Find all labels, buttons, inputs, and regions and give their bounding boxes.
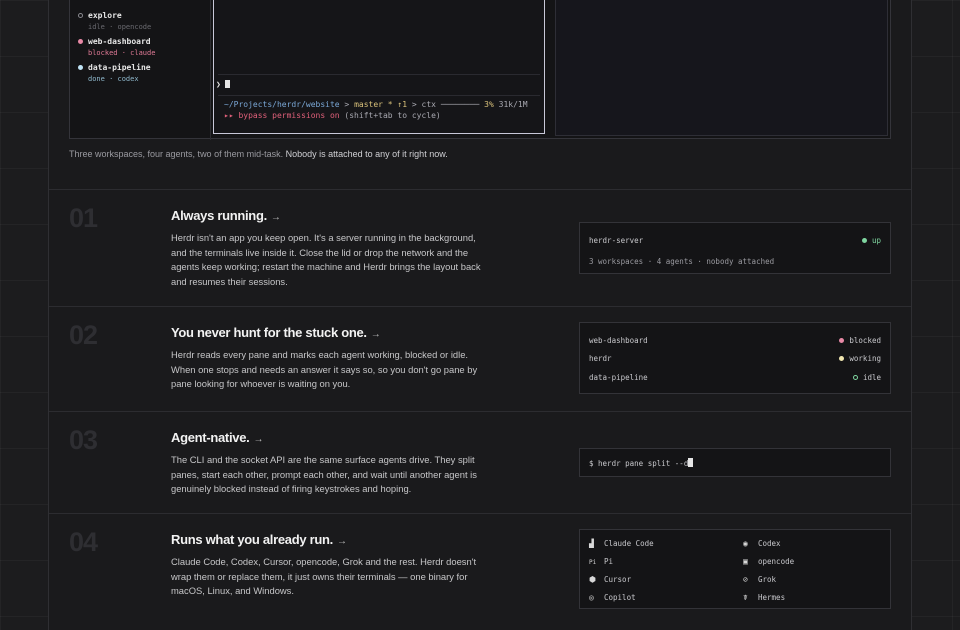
feature-title-text: You never hunt for the stuck one. [171,325,367,340]
status-dot [78,65,83,70]
status-dot [78,39,83,44]
feature-body: Herdr isn't an app you keep open. It's a… [171,232,481,287]
feature-number: 03 [69,425,98,455]
bypass-line: ▸▸ bypass permissions on (shift+tab to c… [224,111,441,120]
feature-number: 04 [69,527,98,557]
feature-title-text: Always running. [171,208,267,223]
git-branch: master * ↑1 [354,100,408,109]
workspace-status: blocked · claude [88,49,156,57]
separator: > [344,100,350,109]
section-divider [49,189,911,190]
ctx-bar: ──────── [440,100,480,109]
feature-title-text: Agent-native. [171,430,250,445]
feature-title[interactable]: Always running. → [171,208,281,223]
agents-card: ▟ Claude Code ◉ Codex Pi Pi ▣ opencode ⬢ Curs… [579,529,891,609]
agent-grok: ⊘ Grok [743,575,777,584]
feature-title[interactable]: You never hunt for the stuck one. → [171,325,381,340]
bypass-hint: (shift+tab to cycle) [344,111,441,120]
cli-command-line[interactable]: $ herdr pane split --d [589,458,694,468]
agent-copilot: ◎ Copilot [589,593,636,602]
ctx-percent: 3% [484,100,494,109]
agent-status: working [839,354,881,363]
cwd-path: ~/Projects/herdr/website [224,100,340,109]
grok-icon: ⊘ [743,575,748,584]
pi-icon: Pi [589,559,597,566]
active-pane[interactable]: ❯ ~/Projects/herdr/website > master * ↑1… [213,0,545,134]
prompt-caret[interactable]: ❯ [216,80,230,89]
claude-icon: ▟ [589,539,594,548]
cli-command: herdr pane split --d [598,459,689,468]
arrow-right-icon: → [270,212,281,223]
codex-icon: ◉ [743,539,748,548]
workspace-name: web-dashboard [88,37,151,46]
feature-number: 02 [69,320,98,350]
agent-opencode: ▣ opencode [743,557,795,566]
terminal-preview: working · claude explore idle · opencode… [69,0,891,140]
feature-body: The CLI and the socket API are the same … [171,454,477,495]
agent-cursor: ⬢ Cursor [589,575,632,584]
ctx-label: > ctx [411,100,436,109]
status-dot [839,356,845,361]
section-divider [49,411,911,412]
arrow-right-icon: → [336,536,347,547]
bypass-label: ▸▸ bypass permissions on [224,111,340,120]
divider [218,95,540,96]
cli-card[interactable]: $ herdr pane split --d [579,448,891,477]
status-dot [852,375,858,380]
feature-number: 01 [69,203,98,233]
feature-title[interactable]: Agent-native. → [171,430,263,445]
status-dot [839,338,845,343]
agent-name: herdr [589,354,612,363]
shell-prompt: $ [589,459,594,468]
text-cursor [224,80,230,88]
caption-tail: Nobody is attached to any of it right no… [285,149,448,159]
agent-hermes: ☤ Hermes [743,593,786,602]
server-name: herdr-server [589,236,644,245]
server-status: up [861,236,881,245]
agent-status: blocked [839,336,881,345]
cursor-icon: ⬢ [589,575,596,584]
opencode-icon: ▣ [743,557,748,566]
feature-title-text: Runs what you already run. [171,532,333,547]
feature-body: Herdr reads every pane and marks each ag… [171,349,478,390]
agent-status-card: web-dashboard blocked herdr working data… [579,322,891,394]
server-card: herdr-server up 3 workspaces · 4 agents … [579,222,891,274]
workspace-status: done · codex [88,75,139,83]
divider [218,74,540,75]
status-dot [861,238,867,243]
text-cursor [688,458,694,467]
arrow-right-icon: → [370,329,381,340]
feature-body: Claude Code, Codex, Cursor, opencode, Gr… [171,556,477,597]
hermes-icon: ☤ [743,593,748,602]
section-divider [49,306,911,307]
secondary-pane[interactable] [555,0,888,136]
status-path: ~/Projects/herdr/website > master * ↑1 >… [224,100,528,109]
agent-claude-code: ▟ Claude Code [589,539,654,548]
ctx-tokens: 31k/1M [498,100,528,109]
copilot-icon: ◎ [589,593,594,602]
agent-codex: ◉ Codex [743,539,781,548]
agent-name: data-pipeline [589,373,648,382]
agent-pi: Pi Pi [589,557,614,566]
arrow-right-icon: → [253,434,264,445]
feature-title[interactable]: Runs what you already run. → [171,532,347,547]
agent-name: web-dashboard [589,336,648,345]
caption-lead: Three workspaces, four agents, two of th… [69,149,284,159]
workspace-list: working · claude explore idle · opencode… [70,0,211,140]
agent-status: idle [852,373,881,382]
workspace-name: data-pipeline [88,63,151,72]
workspace-name: explore [88,11,122,20]
server-summary: 3 workspaces · 4 agents · nobody attache… [589,257,775,266]
preview-caption: Three workspaces, four agents, two of th… [69,149,448,159]
status-dot [78,13,83,18]
section-divider [49,513,911,514]
workspace-status: idle · opencode [88,23,152,31]
